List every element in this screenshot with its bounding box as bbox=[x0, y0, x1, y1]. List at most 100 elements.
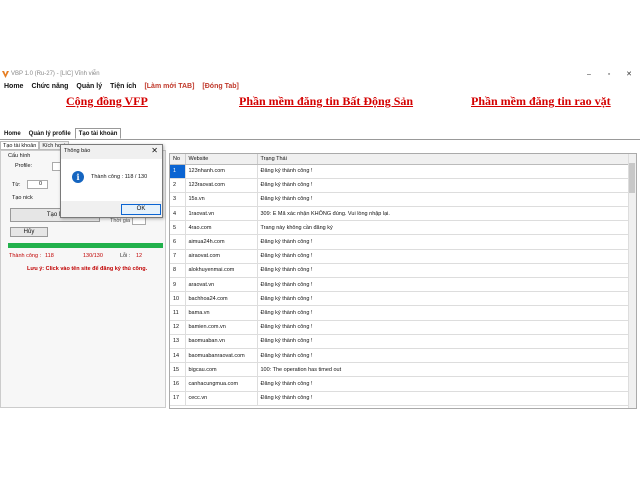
table-row[interactable]: 16 canhacungmua.com Đăng ký thành công ! bbox=[170, 376, 629, 392]
table-row[interactable]: 17 cecc.vn Đăng ký thành công ! bbox=[170, 391, 629, 406]
cell-website[interactable]: araovat.vn bbox=[185, 277, 258, 293]
table-row[interactable]: 7 airaovat.com Đăng ký thành công ! bbox=[170, 249, 629, 264]
config-label: Cấu hình bbox=[8, 153, 31, 159]
delay-label: Thời gia bbox=[110, 218, 131, 224]
cell-website[interactable]: canhacungmua.com bbox=[185, 376, 258, 392]
cell-no: 3 bbox=[170, 192, 186, 208]
table-row[interactable]: 6 aimua24h.com Đăng ký thành công ! bbox=[170, 234, 629, 250]
menu-manage[interactable]: Quản lý bbox=[72, 82, 106, 92]
header-website[interactable]: Website bbox=[185, 154, 258, 165]
cell-no: 17 bbox=[170, 391, 186, 406]
subtab-create-account[interactable]: Tạo tài khoản bbox=[0, 141, 40, 150]
dialog-ok-button[interactable]: OK bbox=[121, 204, 161, 215]
table-row[interactable]: 12 bamien.com.vn Đăng ký thành công ! bbox=[170, 320, 629, 335]
cell-status: Đăng ký thành công ! bbox=[257, 348, 629, 364]
cell-website[interactable]: 15s.vn bbox=[185, 192, 258, 208]
cell-status: Đăng ký thành công ! bbox=[257, 234, 629, 250]
menu-bar: Home Chức năng Quản lý Tiện ích [Làm mới… bbox=[0, 82, 640, 92]
table-row[interactable]: 5 4rao.com Trang này không cần đăng ký bbox=[170, 220, 629, 236]
from-label: Từ: bbox=[12, 182, 21, 188]
cell-website[interactable]: bachhoa24.com bbox=[185, 291, 258, 307]
banner-link-community[interactable]: Cộng đồng VFP bbox=[66, 94, 148, 109]
tab-create-account[interactable]: Tạo tài khoản bbox=[74, 128, 122, 139]
banner-link-classifieds[interactable]: Phần mềm đăng tin rao vặt bbox=[471, 94, 611, 109]
results-grid: No Website Trạng Thái 1 123nhanh.com Đăng … bbox=[169, 153, 637, 409]
table-row[interactable]: 3 15s.vn Đăng ký thành công ! bbox=[170, 192, 629, 208]
menu-close-tab[interactable]: [Đóng Tab] bbox=[198, 82, 242, 92]
cell-no: 10 bbox=[170, 291, 186, 307]
cell-no: 1 bbox=[170, 164, 186, 179]
table-body: 1 123nhanh.com Đăng ký thành công ! 2 123rao… bbox=[170, 164, 629, 406]
table-row[interactable]: 8 alokhuyenmai.com Đăng ký thành công ! bbox=[170, 263, 629, 279]
cell-website[interactable]: alokhuyenmai.com bbox=[185, 263, 258, 279]
cell-website[interactable]: cecc.vn bbox=[185, 391, 258, 406]
info-icon: i bbox=[72, 171, 84, 183]
app-logo-icon bbox=[2, 71, 9, 78]
maximize-button[interactable]: ▫ bbox=[604, 70, 614, 80]
grid-scroll-thumb[interactable] bbox=[629, 163, 635, 193]
banner-link-real-estate[interactable]: Phần mềm đăng tin Bất Động Sản bbox=[239, 94, 413, 109]
cell-website[interactable]: 123nhanh.com bbox=[185, 164, 258, 179]
cell-status: Đăng ký thành công ! bbox=[257, 249, 629, 264]
cell-website[interactable]: aimua24h.com bbox=[185, 234, 258, 250]
cell-status: Đăng ký thành công ! bbox=[257, 334, 629, 349]
table-row[interactable]: 1 123nhanh.com Đăng ký thành công ! bbox=[170, 164, 629, 179]
menu-refresh-tab[interactable]: [Làm mới TAB] bbox=[140, 82, 198, 92]
table-header-row: No Website Trạng Thái bbox=[170, 154, 629, 165]
cell-status: Đăng ký thành công ! bbox=[257, 376, 629, 392]
cell-no: 13 bbox=[170, 334, 186, 349]
success-label: Thành công : bbox=[9, 253, 42, 259]
cancel-button[interactable]: Hủy bbox=[10, 227, 48, 237]
cell-no: 8 bbox=[170, 263, 186, 279]
cell-no: 16 bbox=[170, 376, 186, 392]
table-row[interactable]: 11 bama.vn Đăng ký thành công ! bbox=[170, 305, 629, 321]
menu-utilities[interactable]: Tiện ích bbox=[106, 82, 140, 92]
create-nick-label: Tạo nick bbox=[12, 195, 33, 201]
cell-website[interactable]: 123raovat.com bbox=[185, 178, 258, 193]
cell-status: Đăng ký thành công ! bbox=[257, 164, 629, 179]
close-window-button[interactable]: ✕ bbox=[624, 70, 634, 80]
header-status[interactable]: Trạng Thái bbox=[257, 154, 629, 165]
cell-no: 7 bbox=[170, 249, 186, 264]
cell-no: 2 bbox=[170, 178, 186, 193]
cell-status: 309: E Mã xác nhận KHÔNG đúng. Vui lòng … bbox=[257, 206, 629, 222]
cell-status: Đăng ký thành công ! bbox=[257, 320, 629, 335]
table-row[interactable]: 14 baomuabanraovat.com Đăng ký thành công … bbox=[170, 348, 629, 364]
table-row[interactable]: 2 123raovat.com Đăng ký thành công ! bbox=[170, 178, 629, 193]
cell-no: 5 bbox=[170, 220, 186, 236]
notification-dialog: Thông báo ✕ i Thành công : 118 / 130 OK bbox=[60, 144, 163, 218]
cell-website[interactable]: 1raovat.vn bbox=[185, 206, 258, 222]
cell-status: Đăng ký thành công ! bbox=[257, 391, 629, 406]
error-label: Lỗi : bbox=[120, 253, 131, 259]
minimize-button[interactable]: – bbox=[584, 70, 594, 80]
cell-website[interactable]: baomuaban.vn bbox=[185, 334, 258, 349]
cell-website[interactable]: bama.vn bbox=[185, 305, 258, 321]
cell-website[interactable]: 4rao.com bbox=[185, 220, 258, 236]
cell-status: Trang này không cần đăng ký bbox=[257, 220, 629, 236]
manual-register-note: Lưu ý: Click vào tên site để đăng ký thủ… bbox=[27, 266, 148, 272]
table-row[interactable]: 15 bigcau.com 100: The operation has timed… bbox=[170, 362, 629, 378]
cell-status: Đăng ký thành công ! bbox=[257, 305, 629, 321]
cell-status: Đăng ký thành công ! bbox=[257, 178, 629, 193]
error-count: 12 bbox=[136, 253, 143, 259]
cell-website[interactable]: airaovat.com bbox=[185, 249, 258, 264]
table-row[interactable]: 4 1raovat.vn 309: E Mã xác nhận KHÔNG đúng… bbox=[170, 206, 629, 222]
cell-website[interactable]: bigcau.com bbox=[185, 362, 258, 378]
dialog-close-icon[interactable]: ✕ bbox=[151, 146, 158, 155]
cell-status: Đăng ký thành công ! bbox=[257, 277, 629, 293]
table-row[interactable]: 9 araovat.vn Đăng ký thành công ! bbox=[170, 277, 629, 293]
menu-functions[interactable]: Chức năng bbox=[27, 82, 72, 92]
cell-website[interactable]: baomuabanraovat.com bbox=[185, 348, 258, 364]
header-no[interactable]: No bbox=[170, 154, 186, 165]
cell-status: Đăng ký thành công ! bbox=[257, 263, 629, 279]
dialog-title: Thông báo bbox=[64, 148, 91, 154]
tab-home[interactable]: Home bbox=[0, 128, 25, 139]
from-stepper[interactable]: 0 bbox=[27, 180, 48, 189]
cell-website[interactable]: bamien.com.vn bbox=[185, 320, 258, 335]
tab-profile-manager[interactable]: Quản lý profile bbox=[25, 128, 75, 139]
success-count: 118 bbox=[45, 253, 54, 259]
table-row[interactable]: 10 bachhoa24.com Đăng ký thành công ! bbox=[170, 291, 629, 307]
table-row[interactable]: 13 baomuaban.vn Đăng ký thành công ! bbox=[170, 334, 629, 349]
menu-home[interactable]: Home bbox=[0, 82, 27, 92]
cell-no: 11 bbox=[170, 305, 186, 321]
